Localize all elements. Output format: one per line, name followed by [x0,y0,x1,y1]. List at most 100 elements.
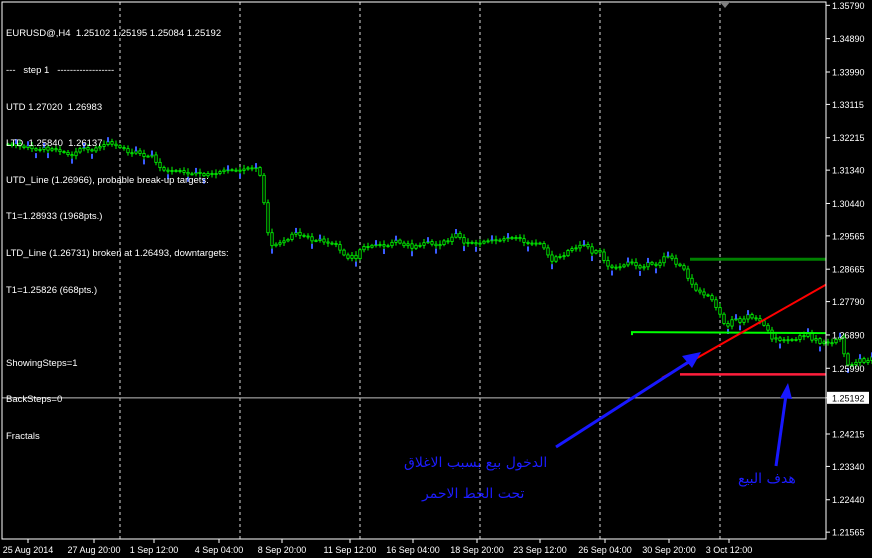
candle-body [634,261,638,267]
x-axis-label: 18 Sep 20:00 [450,545,504,555]
candle-body [422,242,426,246]
candle-body [686,268,690,279]
fractal-down-mark [355,261,357,267]
candle-body [642,266,646,269]
candle-body [350,254,354,259]
candle-body [322,238,326,243]
y-axis-label: 1.25990 [832,364,865,374]
y-axis-label: 1.27790 [832,297,865,307]
candle-body [566,250,570,257]
candle-body [586,244,590,248]
candle-body [358,249,362,260]
candle-body [866,360,870,363]
x-axis-label: 26 Sep 04:00 [578,545,632,555]
candle-body [654,263,658,266]
candle-body [682,265,686,270]
x-axis-label: 30 Sep 20:00 [642,545,696,555]
candle-body [790,338,794,341]
fractal-up-mark [583,240,585,246]
candle-body [286,238,290,242]
candle-body [574,247,578,250]
candle-body [602,251,606,261]
fractal-down-mark [591,256,593,262]
candle-body [754,317,758,320]
candle-body [674,257,678,265]
x-axis-label: 25 Aug 2014 [3,545,54,555]
candle-body [678,263,682,267]
candle-body [650,261,654,265]
candle-body [274,243,278,247]
fractal-down-mark [239,173,241,179]
candle-body [746,314,750,320]
fractal-up-mark [255,163,257,169]
candle-body [670,255,674,259]
x-axis-label: 4 Sep 04:00 [195,545,244,555]
fractal-up-mark [319,234,321,240]
info-line-ltd-broken: LTD_Line (1.26731) broken at 1.26493, do… [6,247,229,259]
candle-body [530,242,534,245]
candle-body [234,169,238,172]
candle-body [470,241,474,244]
candle-body [794,338,798,341]
candle-body [270,232,274,247]
info-line-utd-t1: T1=1.28933 (1968pts.) [6,211,103,223]
candle-body [498,239,502,242]
fractal-down-mark [435,248,437,254]
candle-body [638,265,642,269]
candle-body [458,233,462,238]
candle-body [726,323,730,327]
fractal-down-mark [639,270,641,276]
candle-body [402,242,406,247]
shift-marker-icon[interactable] [720,2,730,8]
candle-body [342,249,346,256]
candle-body [370,244,374,248]
indicator-info-panel: EURUSD@,H4 1.25102 1.25195 1.25084 1.251… [6,4,229,455]
candle-body [494,239,498,242]
candle-body [482,240,486,244]
y-axis-label: 1.22440 [832,495,865,505]
fractal-up-mark [507,233,509,239]
candle-body [502,238,506,241]
candle-body [526,241,530,244]
entry-arrow [555,359,691,449]
candle-body [630,261,634,264]
candle-body [698,289,702,293]
info-line-utd-targets: UTD_Line (1.26966), probable break-up ta… [6,174,209,186]
candle-body [570,248,574,251]
candle-body [814,338,818,341]
fractal-down-mark [655,268,657,274]
fractal-down-mark [475,246,477,252]
fractal-down-mark [779,343,781,349]
candle-body [714,299,718,308]
target-arrow [774,394,788,467]
candle-body [302,234,306,237]
candle-body [722,313,726,324]
candle-body [622,264,626,268]
candle-body [434,243,438,247]
fractal-up-mark [647,257,649,263]
candle-body [818,338,822,344]
candle-body [438,244,442,247]
candle-body [558,256,562,258]
candle-body [522,238,526,243]
candle-body [466,241,470,244]
candle-body [718,307,722,315]
candle-body [750,314,754,319]
candle-body [742,318,746,323]
candle-body [762,320,766,326]
candle-body [230,169,234,172]
candle-body [658,262,662,266]
candle-body [598,250,602,253]
y-axis-label: 1.34890 [832,34,865,44]
candle-body [518,237,522,240]
candle-body [606,260,610,267]
x-axis-label: 11 Sep 12:00 [324,545,377,555]
candle-body [562,255,566,258]
x-axis-label: 8 Sep 20:00 [258,545,307,555]
candle-body [410,243,414,249]
candle-body [770,329,774,340]
utd-line[interactable] [631,331,827,336]
candle-body [546,247,550,256]
x-axis-label: 1 Sep 12:00 [130,545,179,555]
candle-body [262,174,266,204]
